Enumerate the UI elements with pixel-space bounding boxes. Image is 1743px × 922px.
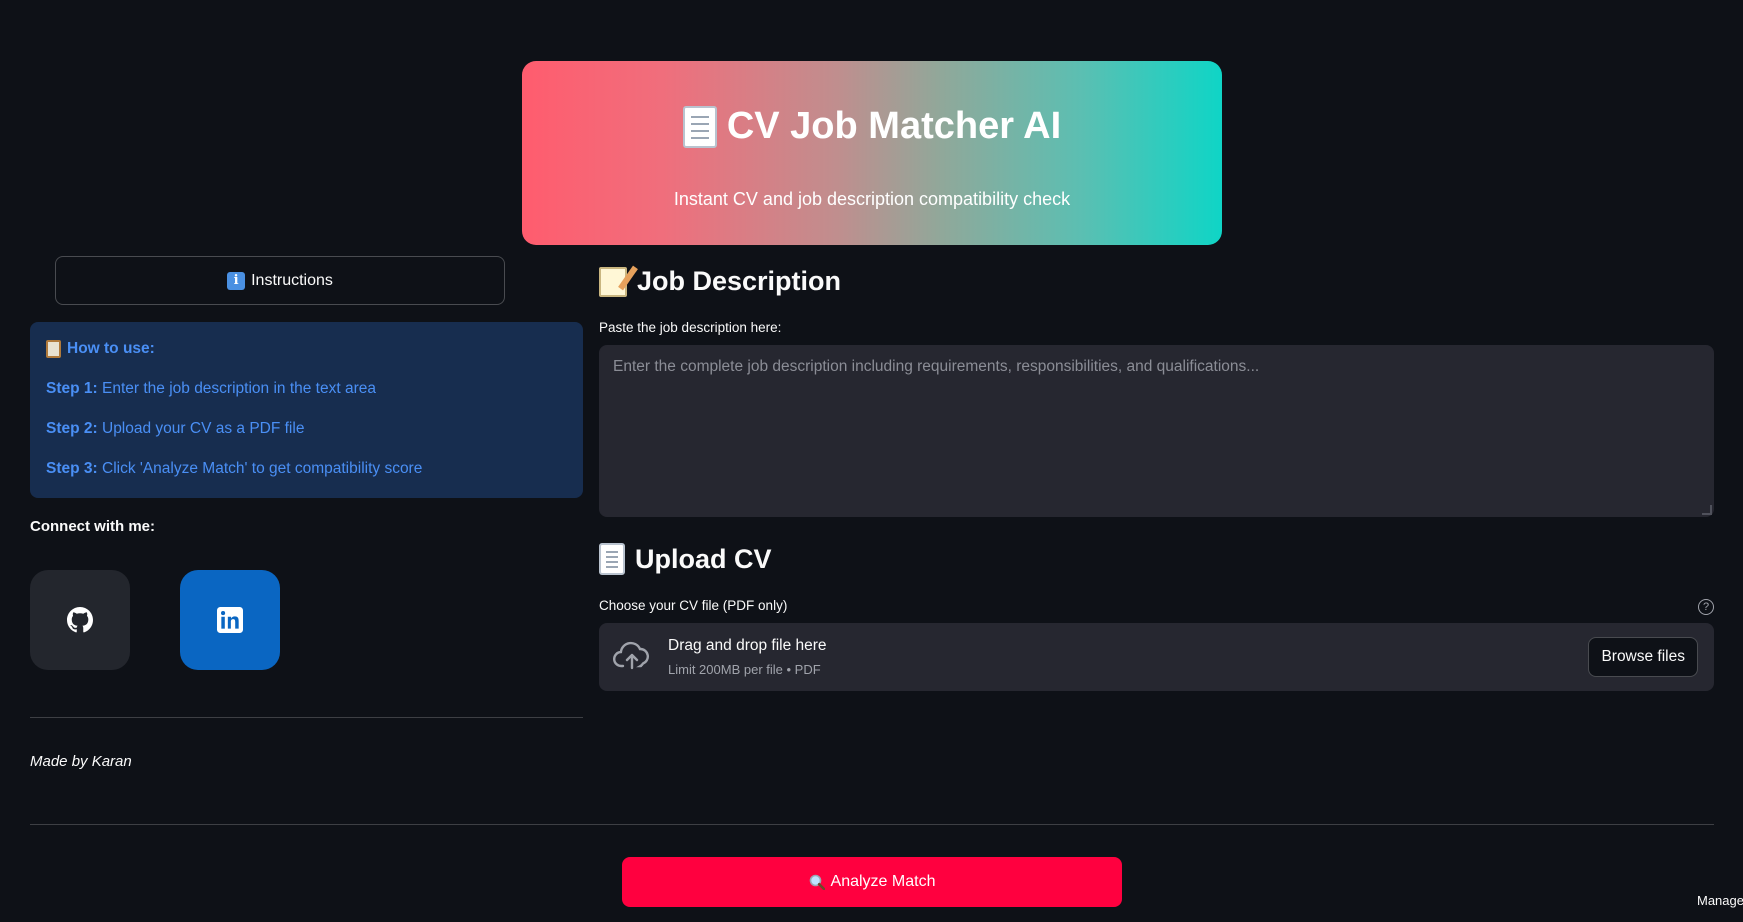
upload-cv-label: Choose your CV file (PDF only) xyxy=(599,598,788,613)
page-subtitle: Instant CV and job description compatibi… xyxy=(673,189,1071,209)
document-icon xyxy=(599,543,625,575)
step-2-label: Step 2: xyxy=(46,420,98,437)
sidebar-divider xyxy=(30,717,583,718)
step-3: Step 3: Click 'Analyze Match' to get com… xyxy=(46,460,567,478)
job-description-heading: Job Description xyxy=(637,266,842,296)
memo-icon xyxy=(599,266,627,297)
step-3-text: Click 'Analyze Match' to get compatibili… xyxy=(97,460,423,477)
clipboard-icon xyxy=(46,340,61,358)
upload-cv-heading-row: Upload CV xyxy=(599,543,772,575)
how-to-use-title: How to use: xyxy=(67,340,155,357)
browse-files-button[interactable]: Browse files xyxy=(1588,637,1698,677)
github-icon xyxy=(67,607,93,633)
connect-label: Connect with me: xyxy=(30,518,156,535)
header-banner: CV Job Matcher AI Instant CV and job des… xyxy=(522,61,1222,245)
document-icon xyxy=(682,105,717,148)
github-link[interactable] xyxy=(30,570,130,670)
manage-app-toggle[interactable]: Manage app xyxy=(1683,888,1743,912)
linkedin-link[interactable] xyxy=(180,570,280,670)
instructions-button[interactable]: i Instructions xyxy=(55,256,505,305)
dropzone-limit: Limit 200MB per file • PDF xyxy=(668,662,821,677)
step-1: Step 1: Enter the job description in the… xyxy=(46,380,567,398)
job-description-label: Paste the job description here: xyxy=(599,320,782,335)
cloud-upload-icon xyxy=(613,641,650,670)
job-description-input[interactable] xyxy=(599,345,1714,517)
magnifier-icon xyxy=(809,874,825,890)
step-1-label: Step 1: xyxy=(46,380,98,397)
step-2: Step 2: Upload your CV as a PDF file xyxy=(46,420,567,438)
file-dropzone[interactable]: Drag and drop file here Limit 200MB per … xyxy=(599,623,1714,691)
analyze-match-label: Analyze Match xyxy=(830,873,936,890)
how-to-use-panel: How to use: Step 1: Enter the job descri… xyxy=(30,322,583,498)
job-description-heading-row: Job Description xyxy=(599,266,841,297)
step-3-label: Step 3: xyxy=(46,460,98,477)
help-icon[interactable]: ? xyxy=(1698,599,1714,615)
upload-cv-heading: Upload CV xyxy=(635,543,772,574)
step-1-text: Enter the job description in the text ar… xyxy=(97,380,376,397)
made-by-credit: Made by Karan xyxy=(30,753,132,770)
linkedin-icon xyxy=(217,607,243,633)
page-divider xyxy=(30,824,1714,825)
instructions-label: Instructions xyxy=(251,271,333,289)
info-icon: i xyxy=(227,271,246,290)
page-title-row: CV Job Matcher AI xyxy=(522,105,1222,148)
dropzone-title: Drag and drop file here xyxy=(668,637,827,654)
textarea-resize-handle[interactable] xyxy=(1702,505,1712,515)
step-2-text: Upload your CV as a PDF file xyxy=(97,420,305,437)
how-to-use-title-row: How to use: xyxy=(46,340,567,358)
page-title: CV Job Matcher AI xyxy=(726,105,1062,147)
manage-app-label: Manage app xyxy=(1697,892,1743,908)
analyze-match-button[interactable]: Analyze Match xyxy=(622,857,1122,907)
